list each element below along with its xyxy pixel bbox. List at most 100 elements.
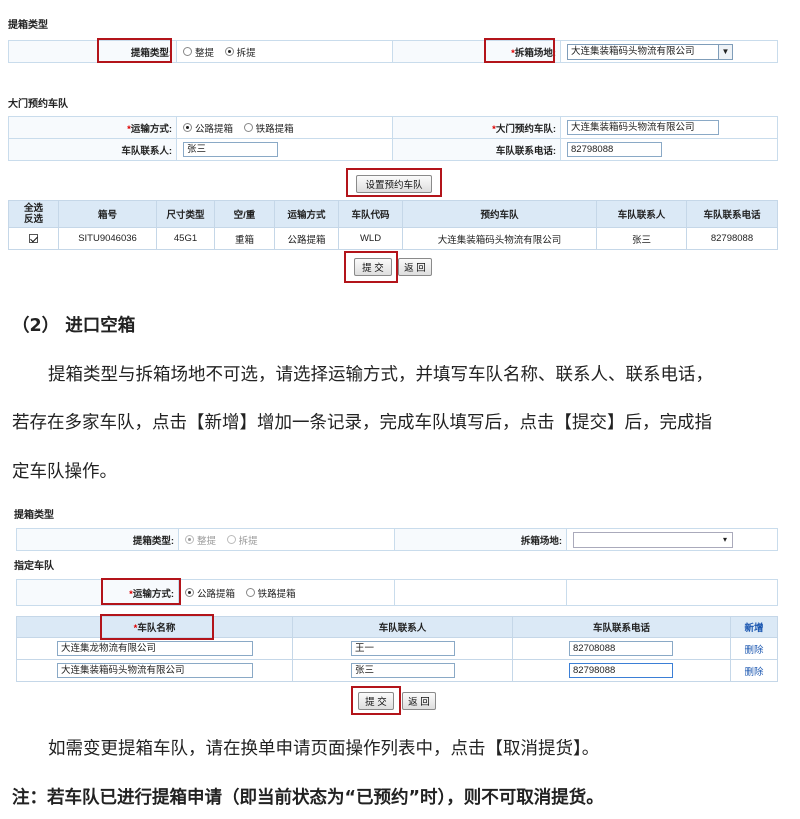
paragraph-line-1: 提箱类型与拆箱场地不可选，请选择运输方式，并填写车队名称、联系人、联系电话， [48, 365, 713, 385]
contact-input[interactable]: 张三 [183, 142, 278, 157]
cell-empty-full: 重箱 [214, 227, 275, 250]
radio-split-pickup[interactable] [224, 47, 234, 56]
team-name-input[interactable]: 大连集装箱码头物流有限公司 [57, 663, 253, 678]
radio-whole-label-2: 整提 [197, 535, 217, 547]
cell-fleet-code: WLD [338, 227, 403, 250]
table-row: SITU9046036 45G1 重箱 公路提箱 WLD 大连集装箱码头物流有限… [8, 227, 778, 250]
heading-import-empty: （2） 进口空箱 [12, 316, 136, 336]
pickup-type-radios-2: 整提 拆提 [178, 528, 395, 551]
radio-split-label-2: 拆提 [238, 535, 258, 547]
col-fleet-code: 车队代码 [338, 200, 403, 228]
highlight-set-fleet [346, 168, 442, 197]
team-row: 大连集龙物流有限公司 王一 82708088 删除 [16, 637, 778, 660]
paragraph-line-3: 定车队操作。 [12, 462, 117, 482]
back-button[interactable]: 返 回 [398, 258, 432, 276]
select-all-link[interactable]: 全选 [9, 203, 58, 214]
highlight-submit-2 [351, 686, 401, 715]
invert-select-link[interactable]: 反选 [9, 214, 58, 225]
transport-radios-2: 公路提箱 铁路提箱 [178, 579, 395, 606]
col-team-phone: 车队联系电话 [512, 616, 731, 638]
transport-label-text: 运输方式: [130, 123, 172, 135]
cell-fleet: 大连集装箱码头物流有限公司 [402, 227, 597, 250]
select-toggle-header: 全选 反选 [8, 200, 59, 228]
row-checkbox-cell [8, 227, 59, 250]
add-team-link[interactable]: 新增 [730, 616, 778, 638]
team-contact-input[interactable]: 张三 [351, 663, 455, 678]
transport-label: *运输方式: [8, 116, 177, 139]
col-empty-full: 空/重 [214, 200, 275, 228]
gate-fleet-label-text: 大门预约车队: [495, 123, 556, 135]
radio-split-label: 拆提 [236, 47, 256, 59]
transport-radios: 公路提箱 铁路提箱 [176, 116, 393, 139]
empty-cell [394, 579, 567, 606]
row-checkbox[interactable] [29, 233, 38, 243]
chevron-down-icon: ▼ [718, 44, 732, 59]
note-text: 注：若车队已进行提箱申请（即当前状态为“已预约”时），则不可取消提货。 [12, 788, 604, 808]
paragraph-line-2: 若存在多家车队，点击【新增】增加一条记录，完成车队填写后，点击【提交】后，完成指 [12, 413, 712, 433]
radio-whole-pickup-2[interactable] [185, 535, 194, 544]
col-contact: 车队联系人 [596, 200, 687, 228]
cell-contact: 张三 [596, 227, 687, 250]
team-name-input[interactable]: 大连集龙物流有限公司 [57, 641, 253, 656]
gate-fleet-input[interactable]: 大连集装箱码头物流有限公司 [567, 120, 719, 135]
team-contact-cell: 王一 [292, 637, 513, 660]
team-phone-cell: 82798088 [512, 659, 731, 682]
radio-road-label: 公路提箱 [195, 123, 234, 135]
col-container-no: 箱号 [58, 200, 157, 228]
gate-fleet-form: *运输方式: 公路提箱 铁路提箱 *大门预约车队: 大连集装箱码头物流有限公司 … [8, 116, 778, 161]
radio-road-2[interactable] [185, 588, 194, 597]
radio-rail-label-2: 铁路提箱 [257, 588, 296, 600]
col-team-contact: 车队联系人 [292, 616, 513, 638]
highlight-pickup-type [97, 38, 172, 63]
radio-rail[interactable] [243, 123, 253, 132]
yard-label-2: 拆箱场地: [394, 528, 567, 551]
pickup-type-form-2: 提箱类型: 整提 拆提 拆箱场地: ▾ [16, 528, 778, 551]
cell-transport: 公路提箱 [274, 227, 339, 250]
delete-team-link[interactable]: 删除 [730, 659, 778, 682]
team-phone-cell: 82708088 [512, 637, 731, 660]
contact-cell: 张三 [176, 138, 393, 161]
section2-title-fleet: 指定车队 [14, 561, 54, 572]
col-fleet: 预约车队 [402, 200, 597, 228]
paragraph-change-fleet: 如需变更提箱车队，请在换单申请页面操作列表中，点击【取消提货】。 [48, 739, 600, 759]
team-name-cell: 大连集龙物流有限公司 [16, 637, 293, 660]
section2-title-pickup-type: 提箱类型 [14, 510, 54, 521]
col-transport: 运输方式 [274, 200, 339, 228]
radio-whole-pickup[interactable] [183, 47, 192, 56]
team-contact-input[interactable]: 王一 [351, 641, 455, 656]
cell-phone: 82798088 [686, 227, 778, 250]
yard-select-2[interactable]: ▾ [573, 531, 733, 548]
phone-input[interactable]: 82798088 [567, 142, 662, 157]
team-name-cell: 大连集装箱码头物流有限公司 [16, 659, 293, 682]
highlight-transport-2 [101, 578, 181, 605]
team-row: 大连集装箱码头物流有限公司 张三 82798088 删除 [16, 659, 778, 682]
back-button-2[interactable]: 返 回 [402, 692, 436, 710]
team-phone-input[interactable]: 82798088 [569, 663, 673, 678]
team-contact-cell: 张三 [292, 659, 513, 682]
col-size-type: 尺寸类型 [156, 200, 215, 228]
col-phone: 车队联系电话 [686, 200, 778, 228]
pickup-type-radios: 整提 拆提 [176, 40, 393, 63]
cell-size-type: 45G1 [156, 227, 215, 250]
empty-cell [566, 579, 778, 606]
team-phone-input[interactable]: 82708088 [569, 641, 673, 656]
delete-team-link[interactable]: 删除 [730, 637, 778, 660]
radio-road[interactable] [183, 123, 192, 132]
phone-cell: 82798088 [560, 138, 778, 161]
gate-fleet-cell: 大连集装箱码头物流有限公司 [560, 116, 778, 139]
yard-select[interactable]: 大连集装箱码头物流有限公司 ▼ [567, 43, 733, 60]
phone-label: 车队联系电话: [392, 138, 561, 161]
cell-container-no: SITU9046036 [58, 227, 157, 250]
table-header-row: 全选 反选 箱号 尺寸类型 空/重 运输方式 车队代码 预约车队 车队联系人 车… [8, 200, 778, 228]
highlight-yard [484, 38, 555, 63]
radio-rail-2[interactable] [245, 588, 255, 597]
yard-cell-2: ▾ [566, 528, 778, 551]
radio-road-label-2: 公路提箱 [197, 588, 236, 600]
radio-split-pickup-2[interactable] [226, 535, 236, 544]
section-title-gate-fleet: 大门预约车队 [8, 99, 68, 110]
contact-label: 车队联系人: [8, 138, 177, 161]
pickup-type-label-2: 提箱类型: [16, 528, 179, 551]
highlight-team-name [100, 614, 214, 640]
yard-cell: 大连集装箱码头物流有限公司 ▼ [560, 40, 778, 63]
radio-rail-label: 铁路提箱 [255, 123, 294, 135]
